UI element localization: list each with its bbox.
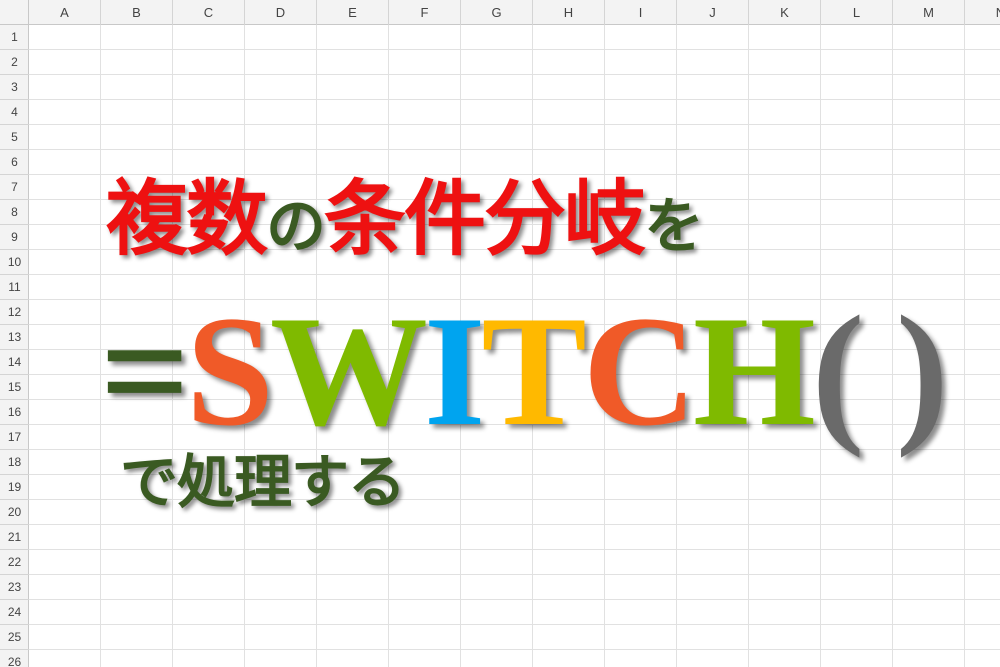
- column-header-bar: ABCDEFGHIJKLMN: [0, 0, 1000, 25]
- column-header-f[interactable]: F: [389, 0, 461, 25]
- row-header-10[interactable]: 10: [0, 250, 29, 275]
- switch-letter: S: [186, 284, 274, 459]
- row-header-9[interactable]: 9: [0, 225, 29, 250]
- row-header-12[interactable]: 12: [0, 300, 29, 325]
- row-header-bar: 1 2 3 4 5 6 7 8 9 10 11 12 13 14 15 16 17 18 19 20 21 22 23 24 2…: [0, 25, 29, 667]
- row-header-2[interactable]: 2: [0, 50, 29, 75]
- title-line-3: で処理する: [120, 448, 406, 516]
- row-header-1[interactable]: 1: [0, 25, 29, 50]
- row-header-23[interactable]: 23: [0, 575, 29, 600]
- column-header-g[interactable]: G: [461, 0, 533, 25]
- column-header-i[interactable]: I: [605, 0, 677, 25]
- row-header-4[interactable]: 4: [0, 100, 29, 125]
- row-header-3[interactable]: 3: [0, 75, 29, 100]
- column-header-b[interactable]: B: [101, 0, 173, 25]
- title-line-1-segment: を: [644, 192, 704, 262]
- row-header-6[interactable]: 6: [0, 150, 29, 175]
- column-header-l[interactable]: L: [821, 0, 893, 25]
- switch-letter: T: [481, 284, 586, 459]
- column-header-d[interactable]: D: [245, 0, 317, 25]
- switch-letter: C: [582, 284, 697, 459]
- spreadsheet: ABCDEFGHIJKLMN 1234567891011121314151617…: [0, 0, 1000, 667]
- row-header-22[interactable]: 22: [0, 550, 29, 575]
- switch-letter: I: [423, 284, 485, 459]
- row-header-18[interactable]: 18: [0, 450, 29, 475]
- row-header-16[interactable]: 16: [0, 400, 29, 425]
- switch-letter: =: [100, 284, 190, 459]
- switch-letter: ( ): [811, 284, 949, 459]
- title-line-2-switch: =SWITCH( ): [100, 292, 1000, 452]
- row-header-5[interactable]: 5: [0, 125, 29, 150]
- column-header-n[interactable]: N: [965, 0, 1000, 25]
- column-header-k[interactable]: K: [749, 0, 821, 25]
- row-header-20[interactable]: 20: [0, 500, 29, 525]
- column-header-m[interactable]: M: [893, 0, 965, 25]
- row-header-17[interactable]: 17: [0, 425, 29, 450]
- switch-letter: H: [692, 284, 816, 459]
- row-header-26[interactable]: 26: [0, 650, 29, 667]
- column-header-c[interactable]: C: [173, 0, 245, 25]
- row-header-21[interactable]: 21: [0, 525, 29, 550]
- row-header-11[interactable]: 11: [0, 275, 29, 300]
- row-header-14[interactable]: 14: [0, 350, 29, 375]
- title-line-1-segment: 条件分岐: [324, 172, 646, 267]
- title-line-1: 複数の条件分岐を: [106, 170, 1000, 277]
- column-header-e[interactable]: E: [317, 0, 389, 25]
- title-line-1-segment: の: [266, 192, 326, 262]
- row-header-8[interactable]: 8: [0, 200, 29, 225]
- row-header-24[interactable]: 24: [0, 600, 29, 625]
- row-header-25[interactable]: 25: [0, 625, 29, 650]
- column-header-a[interactable]: A: [29, 0, 101, 25]
- switch-letter: W: [269, 284, 428, 459]
- row-header-15[interactable]: 15: [0, 375, 29, 400]
- row-header-13[interactable]: 13: [0, 325, 29, 350]
- column-header-j[interactable]: J: [677, 0, 749, 25]
- row-header-7[interactable]: 7: [0, 175, 29, 200]
- column-header-h[interactable]: H: [533, 0, 605, 25]
- select-all-corner[interactable]: [0, 0, 29, 25]
- title-line-1-segment: 複数: [106, 172, 268, 267]
- row-header-19[interactable]: 19: [0, 475, 29, 500]
